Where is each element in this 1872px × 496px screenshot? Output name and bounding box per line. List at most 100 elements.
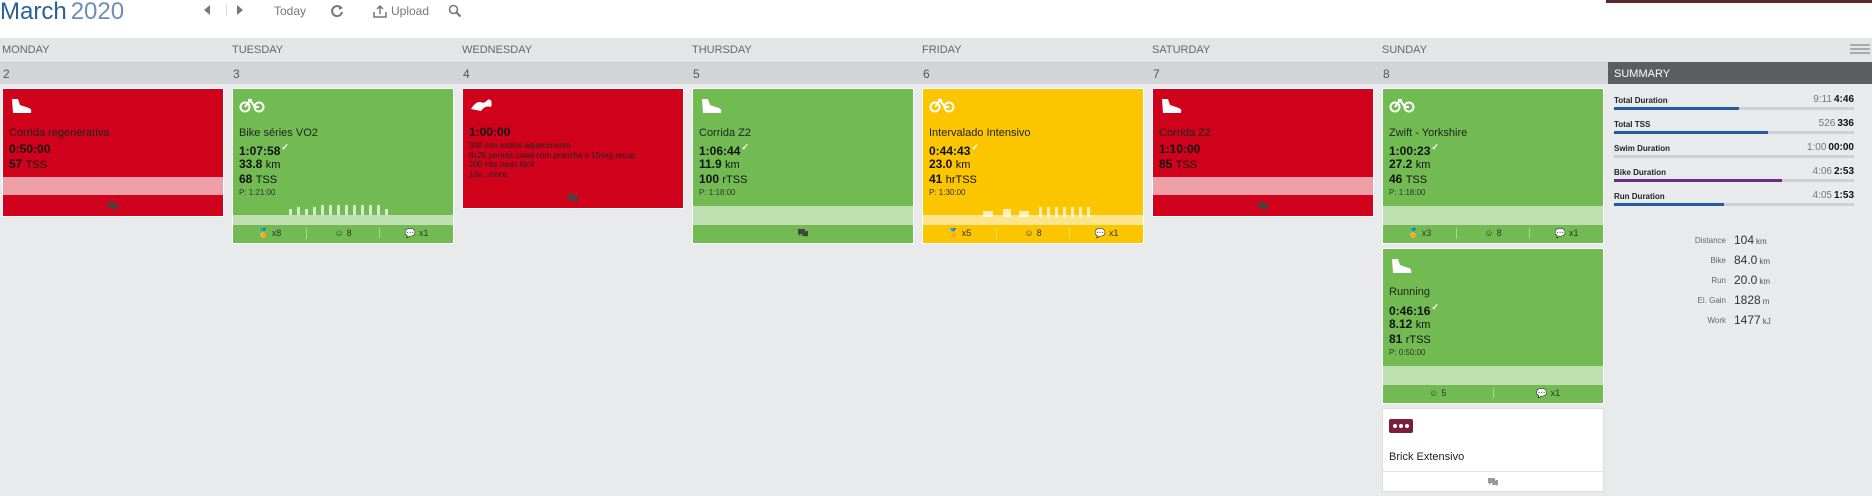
summary-row-label: Swim Duration [1614,144,1671,153]
card-footer [1383,471,1603,491]
workout-card-wednesday[interactable]: 1:00:00 300 mts estilos aquecimento 8x25… [462,88,684,209]
comment-icon: 💬 [1536,387,1548,398]
workout-card-sunday-2[interactable]: Running 0:46:16✓ 8.12 km 81 rTSS P: 0:50… [1382,248,1604,404]
workout-card-sunday-1[interactable]: Zwift - Yorkshire 1:00:23✓ 27.2 km 46 TS… [1382,88,1604,244]
day-name-thursday: THURSDAY [692,44,752,56]
upload-button[interactable]: Upload [373,4,429,18]
workout-tss: 85 TSS [1159,157,1198,171]
comment-icon: 💬 [1094,227,1107,238]
upload-label: Upload [391,4,430,18]
summary-row: Total TSS 526 336 [1614,114,1854,136]
workout-distance: 27.2 km [1389,157,1431,171]
workout-card-sunday-3[interactable]: Brick Extensivo [1382,408,1604,492]
summary-row-value: 526 336 [1818,118,1854,129]
workout-title: Intervalado Intensivo [929,127,1031,139]
search-icon [448,4,462,18]
next-month-button[interactable] [226,4,245,16]
workout-tss: 68 TSS [239,172,278,186]
workout-card-monday[interactable]: Corrida regenerativa 0:50:00 57 TSS [2,88,224,217]
planned-duration: P: 0:50:00 [1389,348,1426,357]
summary-progress-track [1614,155,1854,158]
smiley-icon: ☺ [1429,388,1439,398]
summary-row: Run Duration 4:05 1:53 [1614,186,1854,208]
comment-icon[interactable] [1487,477,1499,487]
summary-progress-fill [1614,203,1725,206]
workout-title: Bike séries VO2 [239,127,318,139]
comment-icon[interactable] [567,193,579,203]
card-footer [463,188,683,208]
footer-comments[interactable]: 💬 x1 [380,228,453,239]
summary-header: SUMMARY [1608,62,1872,84]
run-shoe-icon [1392,259,1412,273]
footer-comments[interactable]: 💬 x1 [1530,228,1603,239]
summary-row: Bike Duration 4:06 2:53 [1614,162,1854,184]
summary-title: SUMMARY [1614,68,1671,80]
workout-tss: 100 rTSS [699,172,748,186]
footer-medals[interactable]: 🏅 x8 [233,227,307,239]
search-button[interactable] [448,4,462,18]
chevron-left-icon [204,5,210,15]
summary-row-label: Total TSS [1614,120,1651,129]
footer-feel[interactable]: ☺ 8 [307,228,381,238]
workout-distance: 8.12 km [1389,317,1431,331]
today-button[interactable]: Today [274,4,306,18]
stat-run: Run 20.0 km [1711,273,1771,287]
comment-icon[interactable] [797,228,809,238]
date-row: 2 3 4 5 6 7 8 [0,62,1608,84]
date-number: 5 [693,67,700,81]
summary-progress-fill [1614,131,1768,134]
footer-comments[interactable]: 💬 x1 [1494,388,1604,399]
comment-icon: 💬 [1554,227,1567,238]
footer-feel[interactable]: ☺ 8 [1457,228,1531,238]
refresh-button[interactable] [330,4,344,18]
workout-tss: 46 TSS [1389,172,1428,186]
prev-month-button[interactable] [202,4,212,16]
summary-row-value: 4:05 1:53 [1812,190,1854,201]
day-name-sunday: SUNDAY [1382,44,1428,56]
day-name-wednesday: WEDNESDAY [462,44,533,56]
planned-duration: P: 1:18:00 [699,188,736,197]
footer-comments[interactable]: 💬 x1 [1070,228,1143,239]
workout-distance: 33.8 km [239,157,281,171]
workout-distance: 23.0 km [929,157,971,171]
summary-row: Swim Duration 1:00 00:00 [1614,138,1854,160]
footer-medals[interactable]: 🏅 x3 [1383,227,1457,239]
intensity-band [1153,177,1373,195]
planned-duration: P: 1:30:00 [929,188,966,197]
workout-title: Corrida Z2 [699,127,751,139]
workout-distance: 11.9 km [699,157,740,171]
summary-row-label: Run Duration [1614,192,1665,201]
footer-medals[interactable]: 🏅 x5 [923,227,997,239]
day-name-tuesday: TUESDAY [232,44,284,56]
comment-icon[interactable] [107,201,119,211]
stat-work: Work 1477 kJ [1707,313,1771,327]
menu-icon[interactable] [1850,42,1870,56]
run-shoe-icon [702,99,722,113]
footer-feel[interactable]: ☺ 8 [997,228,1071,238]
month-label: March [0,0,67,25]
workout-duration: 1:06:44✓ [699,142,749,158]
stat-elevation-gain: El. Gain 1828 m [1697,293,1770,307]
workout-title: Brick Extensivo [1389,451,1465,463]
comment-icon[interactable] [1257,201,1269,211]
workout-card-thursday[interactable]: Corrida Z2 1:06:44✓ 11.9 km 100 rTSS P: … [692,88,914,244]
summary-progress-track [1614,107,1854,110]
workout-card-saturday[interactable]: Corrida Z2 1:10:00 85 TSS [1152,88,1374,217]
workout-tss: 41 hrTSS [929,172,977,186]
summary-progress-track [1614,179,1854,182]
page-title: March 2020 [0,0,124,26]
refresh-icon [331,5,343,18]
workout-card-friday[interactable]: Intervalado Intensivo 0:44:43✓ 23.0 km 4… [922,88,1144,244]
workout-title: Corrida regenerativa [9,127,110,139]
workout-duration: 0:44:43✓ [929,142,979,158]
card-footer: 🏅 x8 ☺ 8 💬 x1 [233,223,453,243]
medal-icon: 🏅 [1407,227,1419,238]
workout-card-tuesday[interactable]: Bike séries VO2 1:07:58✓ 33.8 km 68 TSS … [232,88,454,244]
card-footer [3,196,223,216]
workout-duration: 1:10:00 [1159,142,1201,156]
footer-feel[interactable]: ☺ 5 [1383,388,1494,398]
stat-bike: Bike 84.0 km [1710,253,1771,267]
date-number: 6 [923,67,930,81]
card-footer: ☺ 5 💬 x1 [1383,383,1603,403]
swim-icon [471,99,492,111]
